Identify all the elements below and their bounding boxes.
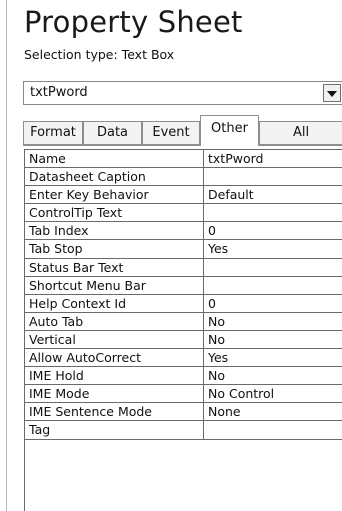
pane-divider — [6, 0, 7, 511]
property-tabs: Format Data Event Other All — [23, 115, 342, 146]
property-sheet-title: Property Sheet — [24, 5, 243, 39]
property-name: Datasheet Caption — [25, 168, 204, 186]
tab-all[interactable]: All — [259, 121, 342, 145]
property-grid: Name txtPword Datasheet Caption Enter Ke… — [24, 149, 342, 511]
tab-other[interactable]: Other — [200, 115, 259, 146]
property-row-help-context-id[interactable]: Help Context Id 0 — [25, 294, 342, 313]
property-value[interactable]: No — [204, 331, 342, 348]
property-name: Tab Stop — [25, 240, 204, 258]
property-name: Tag — [25, 421, 204, 439]
property-name: Allow AutoCorrect — [25, 349, 204, 367]
property-name: IME Sentence Mode — [25, 403, 204, 421]
property-value[interactable]: Default — [204, 186, 342, 203]
property-value[interactable]: Yes — [204, 240, 342, 257]
property-row-controltip-text[interactable]: ControlTip Text — [25, 204, 342, 223]
property-row-auto-tab[interactable]: Auto Tab No — [25, 312, 342, 331]
property-name: Name — [25, 150, 204, 168]
property-value[interactable]: Yes — [204, 349, 342, 366]
property-value[interactable]: txtPword — [204, 150, 342, 167]
property-value[interactable]: None — [204, 403, 342, 420]
property-row-allow-autocorrect[interactable]: Allow AutoCorrect Yes — [25, 349, 342, 368]
property-name: Tab Index — [25, 222, 204, 240]
property-row-tag[interactable]: Tag — [25, 421, 342, 440]
tab-data[interactable]: Data — [83, 121, 142, 145]
tab-format[interactable]: Format — [23, 121, 83, 145]
property-value[interactable]: 0 — [204, 295, 342, 312]
selection-type-label: Selection type: Text Box — [24, 47, 175, 62]
property-row-enter-key-behavior[interactable]: Enter Key Behavior Default — [25, 186, 342, 205]
property-value[interactable] — [204, 277, 342, 294]
property-value[interactable]: No Control — [204, 385, 342, 402]
property-value[interactable] — [204, 421, 342, 438]
property-row-name[interactable]: Name txtPword — [25, 150, 342, 169]
property-name: IME Mode — [25, 385, 204, 403]
property-name: Shortcut Menu Bar — [25, 276, 204, 294]
property-name: IME Hold — [25, 367, 204, 385]
property-row-tab-stop[interactable]: Tab Stop Yes — [25, 240, 342, 259]
property-name: Help Context Id — [25, 294, 204, 312]
tab-baseline — [23, 145, 342, 146]
property-row-status-bar-text[interactable]: Status Bar Text — [25, 258, 342, 277]
property-row-ime-sentence-mode[interactable]: IME Sentence Mode None — [25, 403, 342, 422]
property-value[interactable]: No — [204, 313, 342, 330]
chevron-down-icon — [327, 91, 337, 97]
property-row-vertical[interactable]: Vertical No — [25, 330, 342, 350]
property-value[interactable] — [204, 204, 342, 221]
object-selector-value[interactable]: txtPword — [30, 85, 88, 101]
property-value[interactable]: 0 — [204, 222, 342, 239]
property-value[interactable] — [204, 168, 342, 185]
property-name: Vertical — [25, 330, 204, 349]
property-name: Status Bar Text — [25, 258, 204, 276]
property-row-shortcut-menu-bar[interactable]: Shortcut Menu Bar — [25, 276, 342, 295]
dropdown-button[interactable] — [323, 84, 341, 102]
property-row-tab-index[interactable]: Tab Index 0 — [25, 222, 342, 241]
property-name: ControlTip Text — [25, 204, 204, 222]
property-value[interactable] — [204, 259, 342, 276]
property-value[interactable]: No — [204, 367, 342, 384]
tab-event[interactable]: Event — [142, 121, 200, 145]
property-row-ime-hold[interactable]: IME Hold No — [25, 367, 342, 386]
object-selector[interactable]: txtPword — [23, 81, 342, 105]
property-name: Auto Tab — [25, 312, 204, 330]
property-row-ime-mode[interactable]: IME Mode No Control — [25, 385, 342, 404]
property-name: Enter Key Behavior — [25, 186, 204, 204]
property-row-datasheet-caption[interactable]: Datasheet Caption — [25, 168, 342, 187]
